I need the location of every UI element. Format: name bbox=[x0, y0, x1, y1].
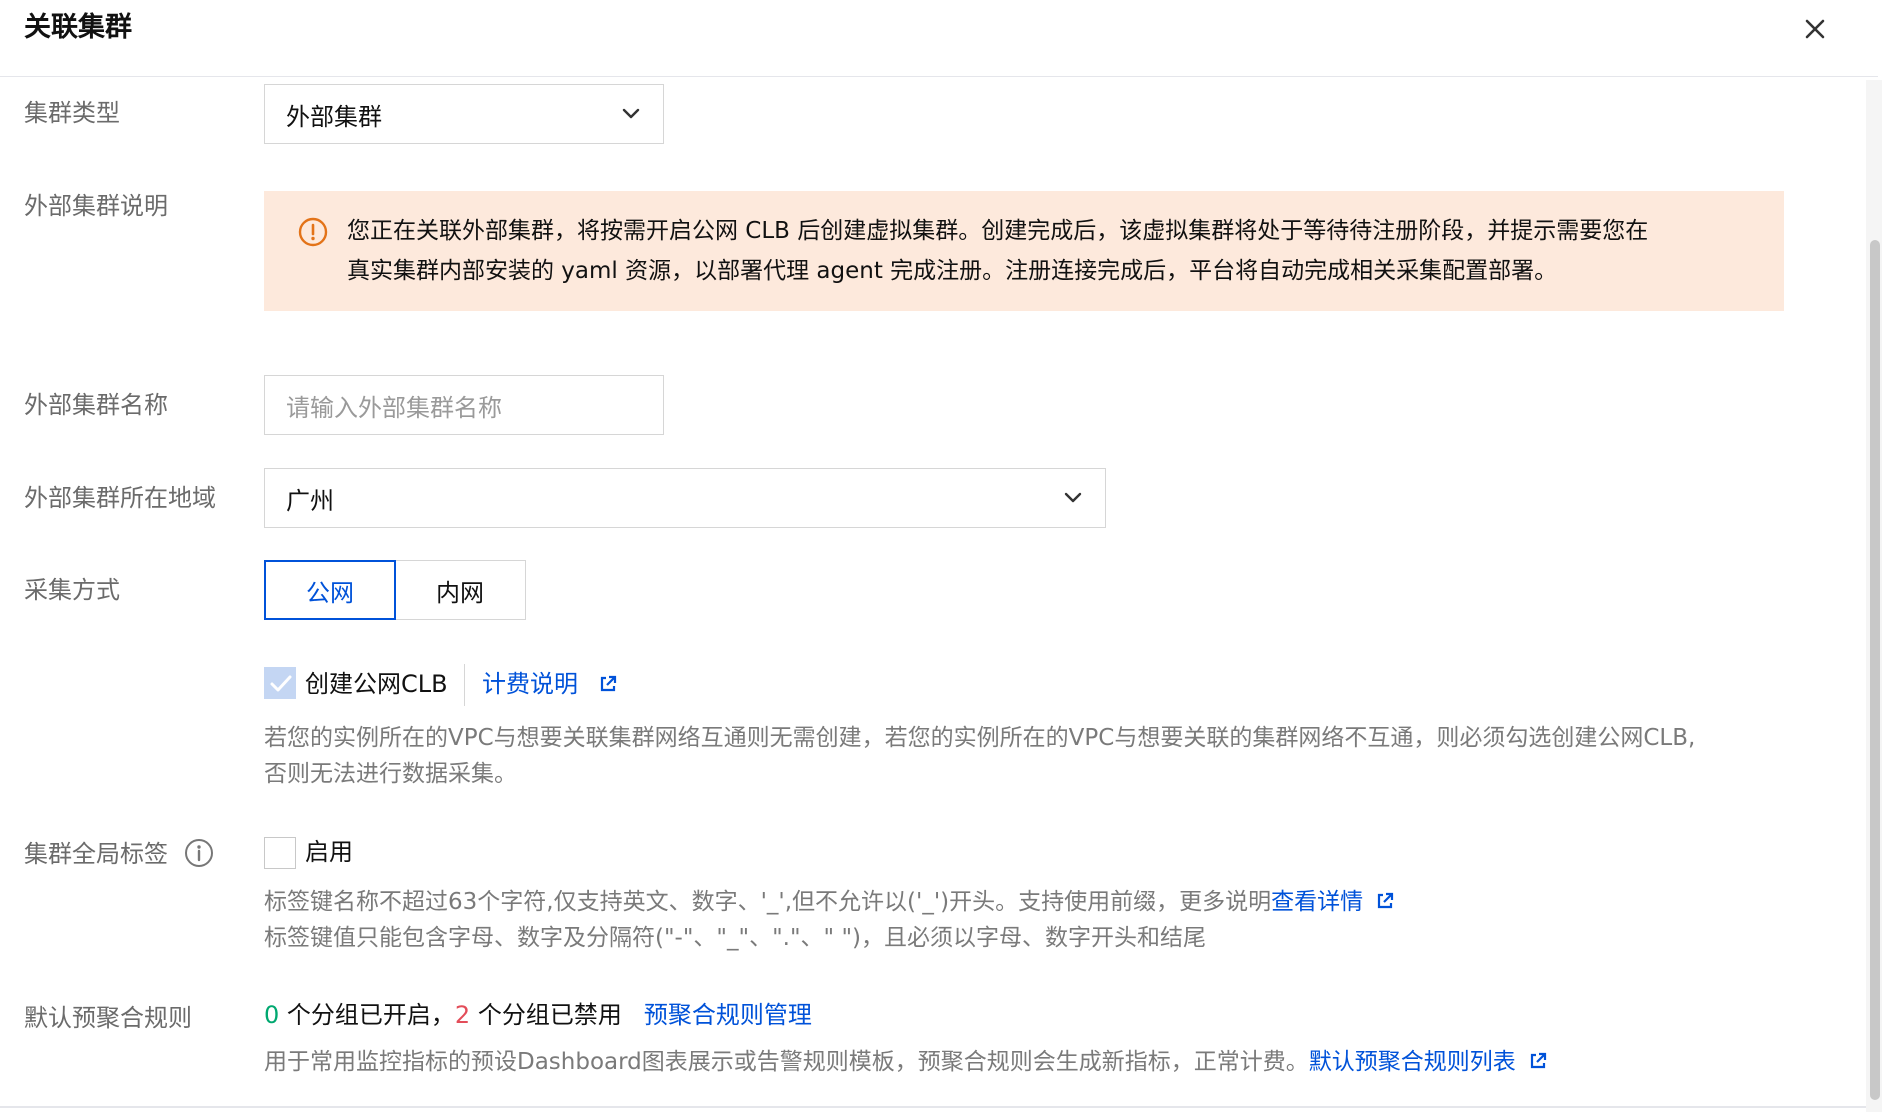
default-rules-list-link[interactable]: 默认预聚合规则列表 bbox=[1309, 1049, 1516, 1075]
default-rules-label: 默认预聚合规则 bbox=[24, 1004, 192, 1032]
default-rules-help-text: 用于常用监控指标的预设Dashboard图表展示或告警规则模板，预聚合规则会生成… bbox=[264, 1049, 1309, 1075]
info-circle-icon[interactable] bbox=[184, 838, 214, 868]
external-link-icon bbox=[1530, 1052, 1546, 1069]
close-icon[interactable] bbox=[1798, 12, 1832, 46]
associate-cluster-dialog: 关联集群 集群类型 外部集群 外部集群说明 您正在关联外部集群，将按需开启公网 … bbox=[0, 0, 1890, 1120]
divider bbox=[464, 664, 465, 706]
create-clb-help-1: 若您的实例所在的VPC与想要关联集群网络互通则无需创建，若您的实例所在的VPC与… bbox=[264, 725, 1696, 751]
collect-mode-label: 采集方式 bbox=[24, 576, 120, 604]
collect-mode-private[interactable]: 内网 bbox=[394, 560, 526, 620]
dialog-header: 关联集群 bbox=[0, 0, 1878, 77]
disabled-text: 个分组已禁用 bbox=[470, 1001, 622, 1029]
global-tags-help-1-text: 标签键名称不超过63个字符,仅支持英文、数字、'_',但不允许以('_')开头。… bbox=[264, 889, 1272, 915]
default-rules-help: 用于常用监控指标的预设Dashboard图表展示或告警规则模板，预聚合规则会生成… bbox=[264, 1044, 1548, 1080]
cluster-region-select[interactable]: 广州 bbox=[264, 468, 1106, 528]
cluster-region-label: 外部集群所在地域 bbox=[24, 484, 216, 512]
warning-alert: 您正在关联外部集群，将按需开启公网 CLB 后创建虚拟集群。创建完成后，该虚拟集… bbox=[264, 191, 1784, 311]
dialog-title: 关联集群 bbox=[24, 12, 132, 43]
footer-divider bbox=[0, 1106, 1866, 1108]
cluster-name-placeholder: 请输入外部集群名称 bbox=[286, 393, 502, 422]
cluster-type-select[interactable]: 外部集群 bbox=[264, 84, 664, 144]
external-link-icon bbox=[1378, 892, 1394, 909]
check-icon bbox=[270, 675, 292, 692]
external-desc-label: 外部集群说明 bbox=[24, 192, 168, 220]
warning-line-2: 真实集群内部安装的 yaml 资源，以部署代理 agent 完成注册。注册连接完… bbox=[347, 258, 1558, 284]
cluster-name-label: 外部集群名称 bbox=[24, 391, 168, 419]
global-tags-help-2: 标签键值只能包含字母、数字及分隔符("-"、"_"、"."、" ")，且必须以字… bbox=[264, 925, 1207, 951]
warning-line-1: 您正在关联外部集群，将按需开启公网 CLB 后创建虚拟集群。创建完成后，该虚拟集… bbox=[347, 218, 1649, 244]
chevron-down-icon bbox=[622, 108, 640, 119]
global-tags-checkbox[interactable] bbox=[264, 837, 296, 869]
global-tags-help-1: 标签键名称不超过63个字符,仅支持英文、数字、'_',但不允许以('_')开头。… bbox=[264, 884, 1395, 920]
chevron-down-icon bbox=[1064, 492, 1082, 503]
enabled-count: 0 bbox=[264, 1001, 280, 1029]
rules-manage-link[interactable]: 预聚合规则管理 bbox=[644, 1001, 812, 1029]
global-tags-label: 集群全局标签 bbox=[24, 838, 214, 870]
external-link-icon bbox=[600, 675, 616, 692]
billing-link[interactable]: 计费说明 bbox=[482, 668, 618, 700]
billing-link-text: 计费说明 bbox=[482, 670, 578, 698]
warning-circle-icon bbox=[298, 217, 328, 247]
create-clb-checkbox[interactable] bbox=[264, 667, 296, 699]
create-clb-help-2: 否则无法进行数据采集。 bbox=[264, 761, 517, 787]
enabled-text: 个分组已开启， bbox=[279, 1001, 455, 1029]
cluster-name-input[interactable]: 请输入外部集群名称 bbox=[264, 375, 664, 435]
cluster-region-value: 广州 bbox=[286, 486, 334, 515]
view-details-link[interactable]: 查看详情 bbox=[1271, 889, 1363, 915]
global-tags-label-text: 集群全局标签 bbox=[24, 840, 168, 868]
default-rules-status: 0 个分组已开启，2 个分组已禁用 预聚合规则管理 bbox=[264, 999, 812, 1031]
collect-mode-public[interactable]: 公网 bbox=[264, 560, 396, 620]
warning-text: 您正在关联外部集群，将按需开启公网 CLB 后创建虚拟集群。创建完成后，该虚拟集… bbox=[347, 211, 1767, 291]
create-clb-label: 创建公网CLB bbox=[305, 670, 448, 698]
scrollbar-thumb[interactable] bbox=[1870, 240, 1880, 1100]
global-tags-enable-label: 启用 bbox=[305, 838, 353, 866]
cluster-type-label: 集群类型 bbox=[24, 99, 120, 127]
disabled-count: 2 bbox=[454, 1001, 471, 1029]
cluster-type-value: 外部集群 bbox=[286, 102, 382, 131]
